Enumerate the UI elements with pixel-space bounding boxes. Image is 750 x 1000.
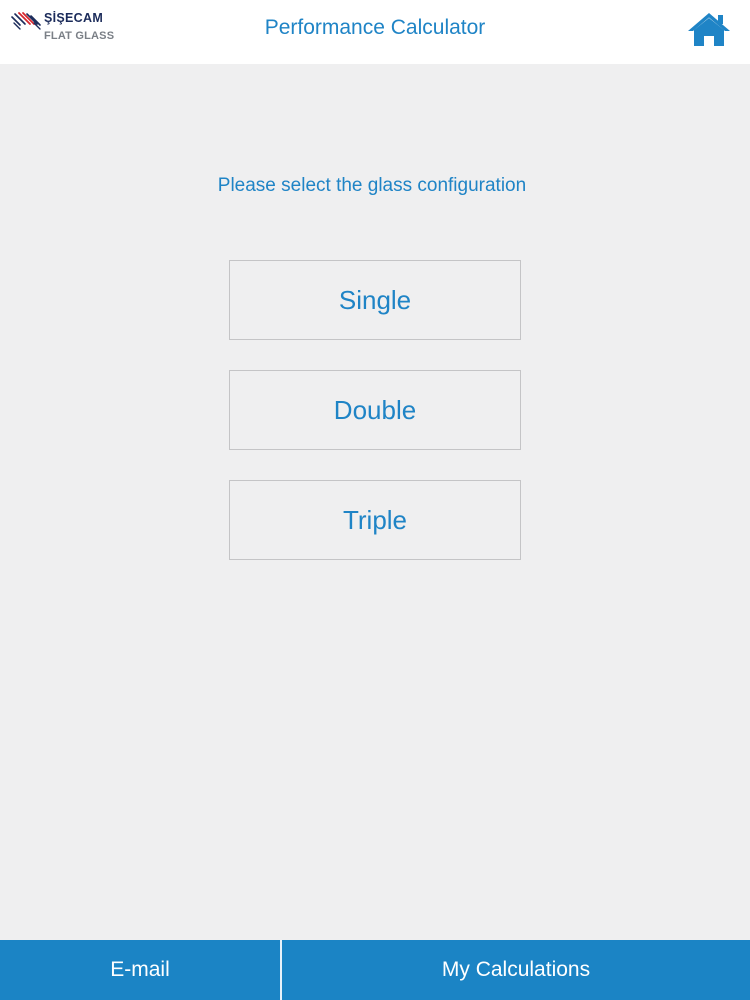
my-calculations-button[interactable]: My Calculations (282, 940, 750, 1000)
top-bar: ŞİŞECAM FLAT GLASS Performance Calculato… (0, 0, 750, 64)
page-title: Performance Calculator (264, 16, 486, 39)
home-button[interactable] (686, 10, 732, 48)
home-icon (688, 13, 730, 46)
double-glass-button[interactable]: Double (229, 370, 521, 450)
single-glass-button[interactable]: Single (229, 260, 521, 340)
email-button[interactable]: E-mail (0, 940, 280, 1000)
bottom-toolbar: E-mail My Calculations (0, 940, 750, 1000)
triple-glass-button[interactable]: Triple (229, 480, 521, 560)
configuration-prompt: Please select the glass configuration (217, 175, 527, 196)
